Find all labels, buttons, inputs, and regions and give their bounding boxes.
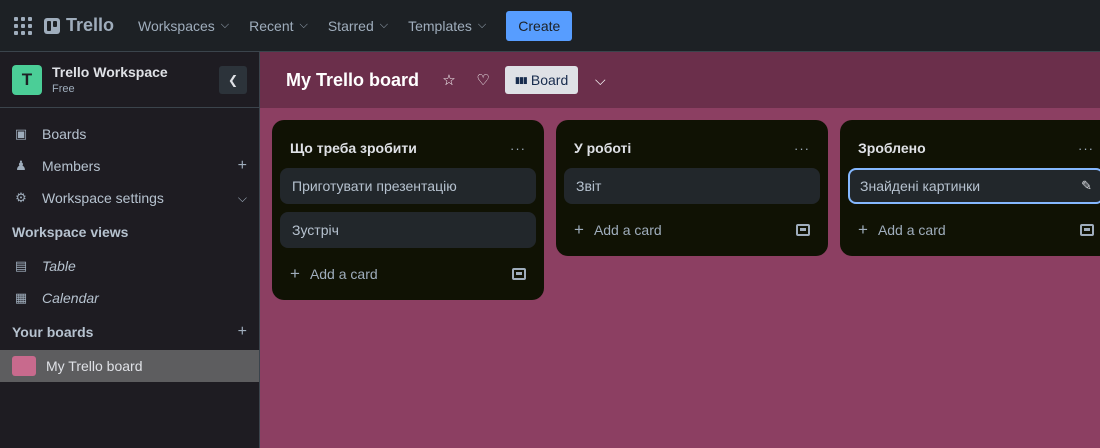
trello-logo-icon bbox=[44, 17, 60, 34]
nav-starred[interactable]: Starred ⌵ bbox=[318, 12, 398, 40]
nav-templates[interactable]: Templates ⌵ bbox=[398, 12, 496, 40]
board-color-swatch bbox=[12, 356, 36, 376]
nav-starred-label: Starred bbox=[327, 17, 374, 34]
section-heading: Workspace views bbox=[12, 224, 129, 240]
create-from-template-icon[interactable] bbox=[512, 268, 526, 280]
sidebar-item-label: Table bbox=[42, 258, 76, 274]
sidebar-item-label: Members bbox=[42, 158, 101, 174]
board-header: My Trello board ☆ ♡ ▮▮▮ Board ⌵ bbox=[260, 52, 1100, 108]
nav-workspaces-label: Workspaces bbox=[138, 17, 215, 34]
card-title: Звіт bbox=[576, 178, 602, 194]
sidebar-item-workspace-settings[interactable]: ⚙ Workspace settings ⌵ bbox=[0, 182, 259, 214]
plus-icon: + bbox=[290, 264, 300, 283]
sidebar-item-table[interactable]: ▤ Table bbox=[0, 250, 259, 282]
nav-templates-label: Templates bbox=[408, 17, 472, 34]
card[interactable]: Зустріч bbox=[280, 212, 536, 248]
board-view-icon: ▮▮▮ bbox=[515, 74, 528, 85]
more-options-icon[interactable]: ··· bbox=[794, 141, 810, 156]
board-view-button[interactable]: ▮▮▮ Board bbox=[505, 66, 579, 94]
card-title: Знайдені картинки bbox=[860, 178, 981, 194]
card-title: Зустріч bbox=[292, 222, 339, 238]
add-member-icon[interactable]: + bbox=[238, 157, 247, 175]
workspace-header: T Trello Workspace Free ❮ bbox=[0, 52, 259, 108]
plus-icon: + bbox=[574, 220, 584, 239]
chevron-down-icon: ⌵ bbox=[477, 19, 487, 31]
card[interactable]: Звіт bbox=[564, 168, 820, 204]
card[interactable]: Приготувати презентацію bbox=[280, 168, 536, 204]
list-title[interactable]: У роботі bbox=[574, 140, 794, 156]
collapse-sidebar-button[interactable]: ❮ bbox=[219, 65, 247, 94]
chevron-down-icon: ⌵ bbox=[237, 190, 247, 205]
add-card-button[interactable]: + Add a card bbox=[280, 256, 536, 292]
list-done[interactable]: Зроблено ··· Знайдені картинки ✎ + Add a… bbox=[840, 120, 1100, 256]
board-icon: ▣ bbox=[14, 126, 28, 141]
chevron-down-icon: ⌵ bbox=[299, 19, 308, 31]
chevron-down-icon: ⌵ bbox=[379, 19, 389, 31]
sidebar: T Trello Workspace Free ❮ ▣ Boards ♟ Mem… bbox=[0, 52, 260, 448]
board-canvas: My Trello board ☆ ♡ ▮▮▮ Board ⌵ Що треба… bbox=[260, 52, 1100, 448]
top-navigation-bar: Trello Workspaces ⌵ Recent ⌵ Starred ⌵ T… bbox=[0, 0, 1100, 52]
nav-recent-label: Recent bbox=[249, 17, 294, 34]
more-options-icon[interactable]: ··· bbox=[1078, 141, 1094, 156]
sidebar-item-boards[interactable]: ▣ Boards bbox=[0, 118, 259, 150]
workspace-avatar[interactable]: T bbox=[12, 64, 42, 95]
nav-recent[interactable]: Recent ⌵ bbox=[239, 12, 318, 40]
sidebar-item-members[interactable]: ♟ Members + bbox=[0, 150, 259, 182]
list-in-progress[interactable]: У роботі ··· Звіт + Add a card bbox=[556, 120, 828, 256]
pencil-edit-icon[interactable]: ✎ bbox=[1081, 178, 1092, 194]
sidebar-item-calendar[interactable]: ▦ Calendar bbox=[0, 282, 259, 314]
plus-icon: + bbox=[858, 220, 868, 239]
workspace-name: Trello Workspace bbox=[52, 64, 168, 80]
logo-text: Trello bbox=[66, 15, 115, 35]
gear-icon: ⚙ bbox=[15, 190, 27, 205]
lists-container: Що треба зробити ··· Приготувати презент… bbox=[272, 120, 1100, 300]
board-view-label: Board bbox=[530, 72, 569, 88]
chevron-down-icon[interactable]: ⌵ bbox=[588, 72, 612, 89]
section-heading: Your boards bbox=[12, 324, 94, 340]
app-switcher-icon[interactable] bbox=[12, 15, 34, 37]
add-card-button[interactable]: + Add a card bbox=[564, 212, 820, 248]
list-title[interactable]: Зроблено bbox=[858, 140, 1078, 156]
chevron-down-icon: ⌵ bbox=[220, 19, 230, 31]
create-from-template-icon[interactable] bbox=[796, 224, 810, 236]
more-options-icon[interactable]: ··· bbox=[510, 141, 526, 156]
sidebar-board-my-trello-board[interactable]: My Trello board bbox=[0, 350, 259, 382]
workspace-plan: Free bbox=[52, 83, 75, 95]
calendar-icon: ▦ bbox=[14, 290, 28, 305]
table-icon: ▤ bbox=[14, 258, 28, 273]
add-card-button[interactable]: + Add a card bbox=[848, 212, 1100, 248]
card[interactable]: Знайдені картинки ✎ bbox=[848, 168, 1100, 204]
board-title[interactable]: My Trello board bbox=[286, 70, 419, 91]
person-icon: ♟ bbox=[15, 158, 27, 173]
nav-workspaces[interactable]: Workspaces ⌵ bbox=[128, 12, 239, 40]
star-icon[interactable]: ☆ bbox=[437, 71, 461, 89]
your-boards-heading: Your boards + bbox=[0, 314, 259, 350]
sidebar-item-label: Boards bbox=[42, 126, 87, 142]
list-todo[interactable]: Що треба зробити ··· Приготувати презент… bbox=[272, 120, 544, 300]
workspace-views-heading: Workspace views bbox=[0, 214, 259, 250]
add-card-label: Add a card bbox=[593, 222, 662, 238]
add-card-label: Add a card bbox=[309, 266, 378, 282]
sidebar-item-label: Workspace settings bbox=[42, 190, 164, 206]
workspace-visibility-icon[interactable]: ♡ bbox=[471, 71, 495, 89]
add-board-icon[interactable]: + bbox=[238, 323, 247, 341]
chevron-left-icon: ❮ bbox=[227, 72, 239, 87]
create-button[interactable]: Create bbox=[506, 10, 573, 41]
create-from-template-icon[interactable] bbox=[1080, 224, 1094, 236]
trello-logo[interactable]: Trello bbox=[44, 15, 114, 36]
list-header: У роботі ··· bbox=[564, 128, 820, 168]
sidebar-board-label: My Trello board bbox=[46, 358, 143, 374]
add-card-label: Add a card bbox=[877, 222, 946, 238]
card-title: Приготувати презентацію bbox=[292, 178, 457, 194]
sidebar-item-label: Calendar bbox=[42, 290, 99, 306]
list-title[interactable]: Що треба зробити bbox=[290, 140, 510, 156]
list-header: Зроблено ··· bbox=[848, 128, 1100, 168]
list-header: Що треба зробити ··· bbox=[280, 128, 536, 168]
